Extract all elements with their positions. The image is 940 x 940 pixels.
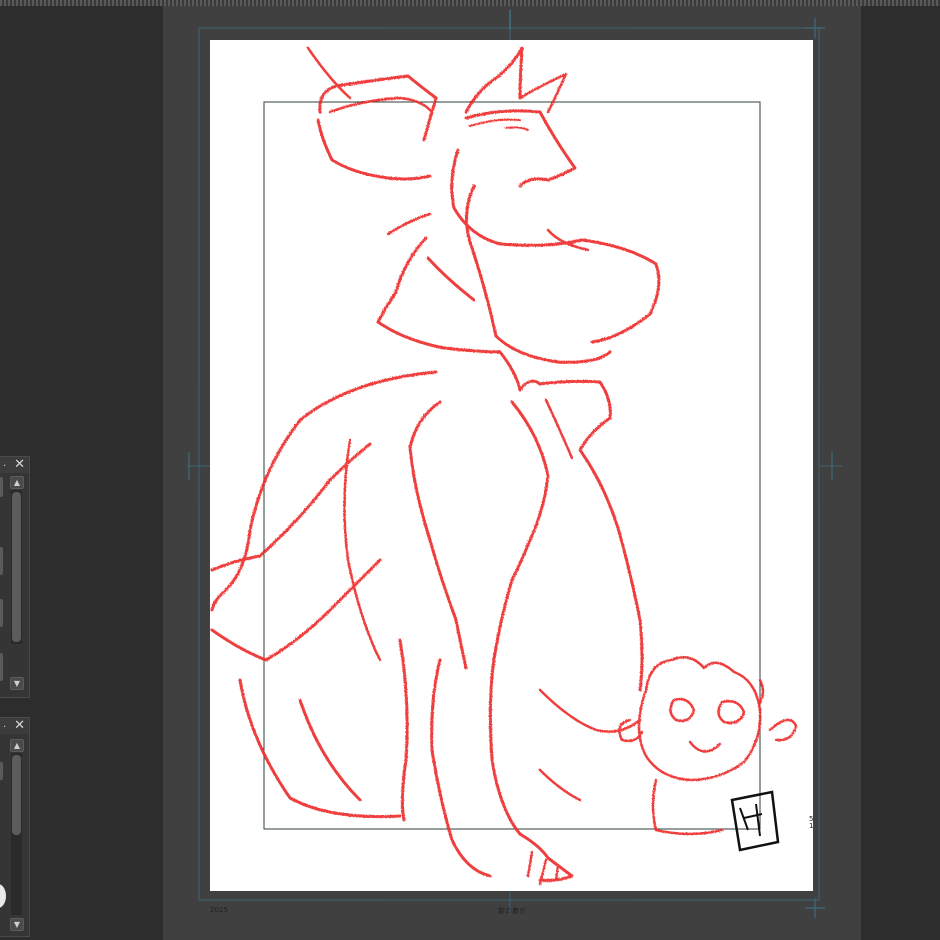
footer-year: 2025 — [210, 906, 228, 914]
close-icon[interactable]: ✕ — [14, 719, 25, 733]
panel-b-header[interactable]: . ✕ — [0, 718, 29, 734]
panel-a-item-4[interactable] — [0, 653, 3, 681]
panel-a-item-2[interactable] — [0, 547, 3, 575]
panel-a-item-1[interactable] — [0, 477, 3, 497]
panel-a-item-3[interactable] — [0, 599, 3, 627]
canvas-workspace[interactable] — [163, 6, 861, 940]
panel-b-scrollbar[interactable] — [11, 753, 22, 915]
floating-panel-b[interactable]: . ✕ ▲ ▼ — [0, 717, 30, 937]
close-icon[interactable]: ✕ — [14, 458, 25, 472]
chevron-down-icon[interactable]: ▼ — [10, 918, 24, 931]
panel-a-scroll-thumb[interactable] — [12, 492, 21, 642]
chevron-down-icon[interactable]: ▼ — [10, 677, 24, 690]
right-dock — [861, 6, 940, 940]
panel-b-scroll-thumb[interactable] — [12, 755, 21, 835]
footer-page-bottom: 1 — [809, 822, 814, 830]
chevron-up-icon[interactable]: ▲ — [10, 476, 24, 489]
chevron-up-icon[interactable]: ▲ — [10, 739, 24, 752]
floating-panel-a[interactable]: . ✕ ▲ ▼ — [0, 456, 30, 698]
panel-a-header[interactable]: . ✕ — [0, 457, 29, 473]
panel-b-item-1[interactable] — [0, 762, 3, 780]
footer-title: 新の着せ — [498, 907, 526, 915]
panel-b-menu[interactable]: . — [3, 718, 6, 732]
panel-b-color-circle[interactable] — [0, 884, 6, 908]
panel-a-menu[interactable]: . — [3, 457, 6, 471]
panel-a-scrollbar[interactable] — [11, 490, 22, 644]
